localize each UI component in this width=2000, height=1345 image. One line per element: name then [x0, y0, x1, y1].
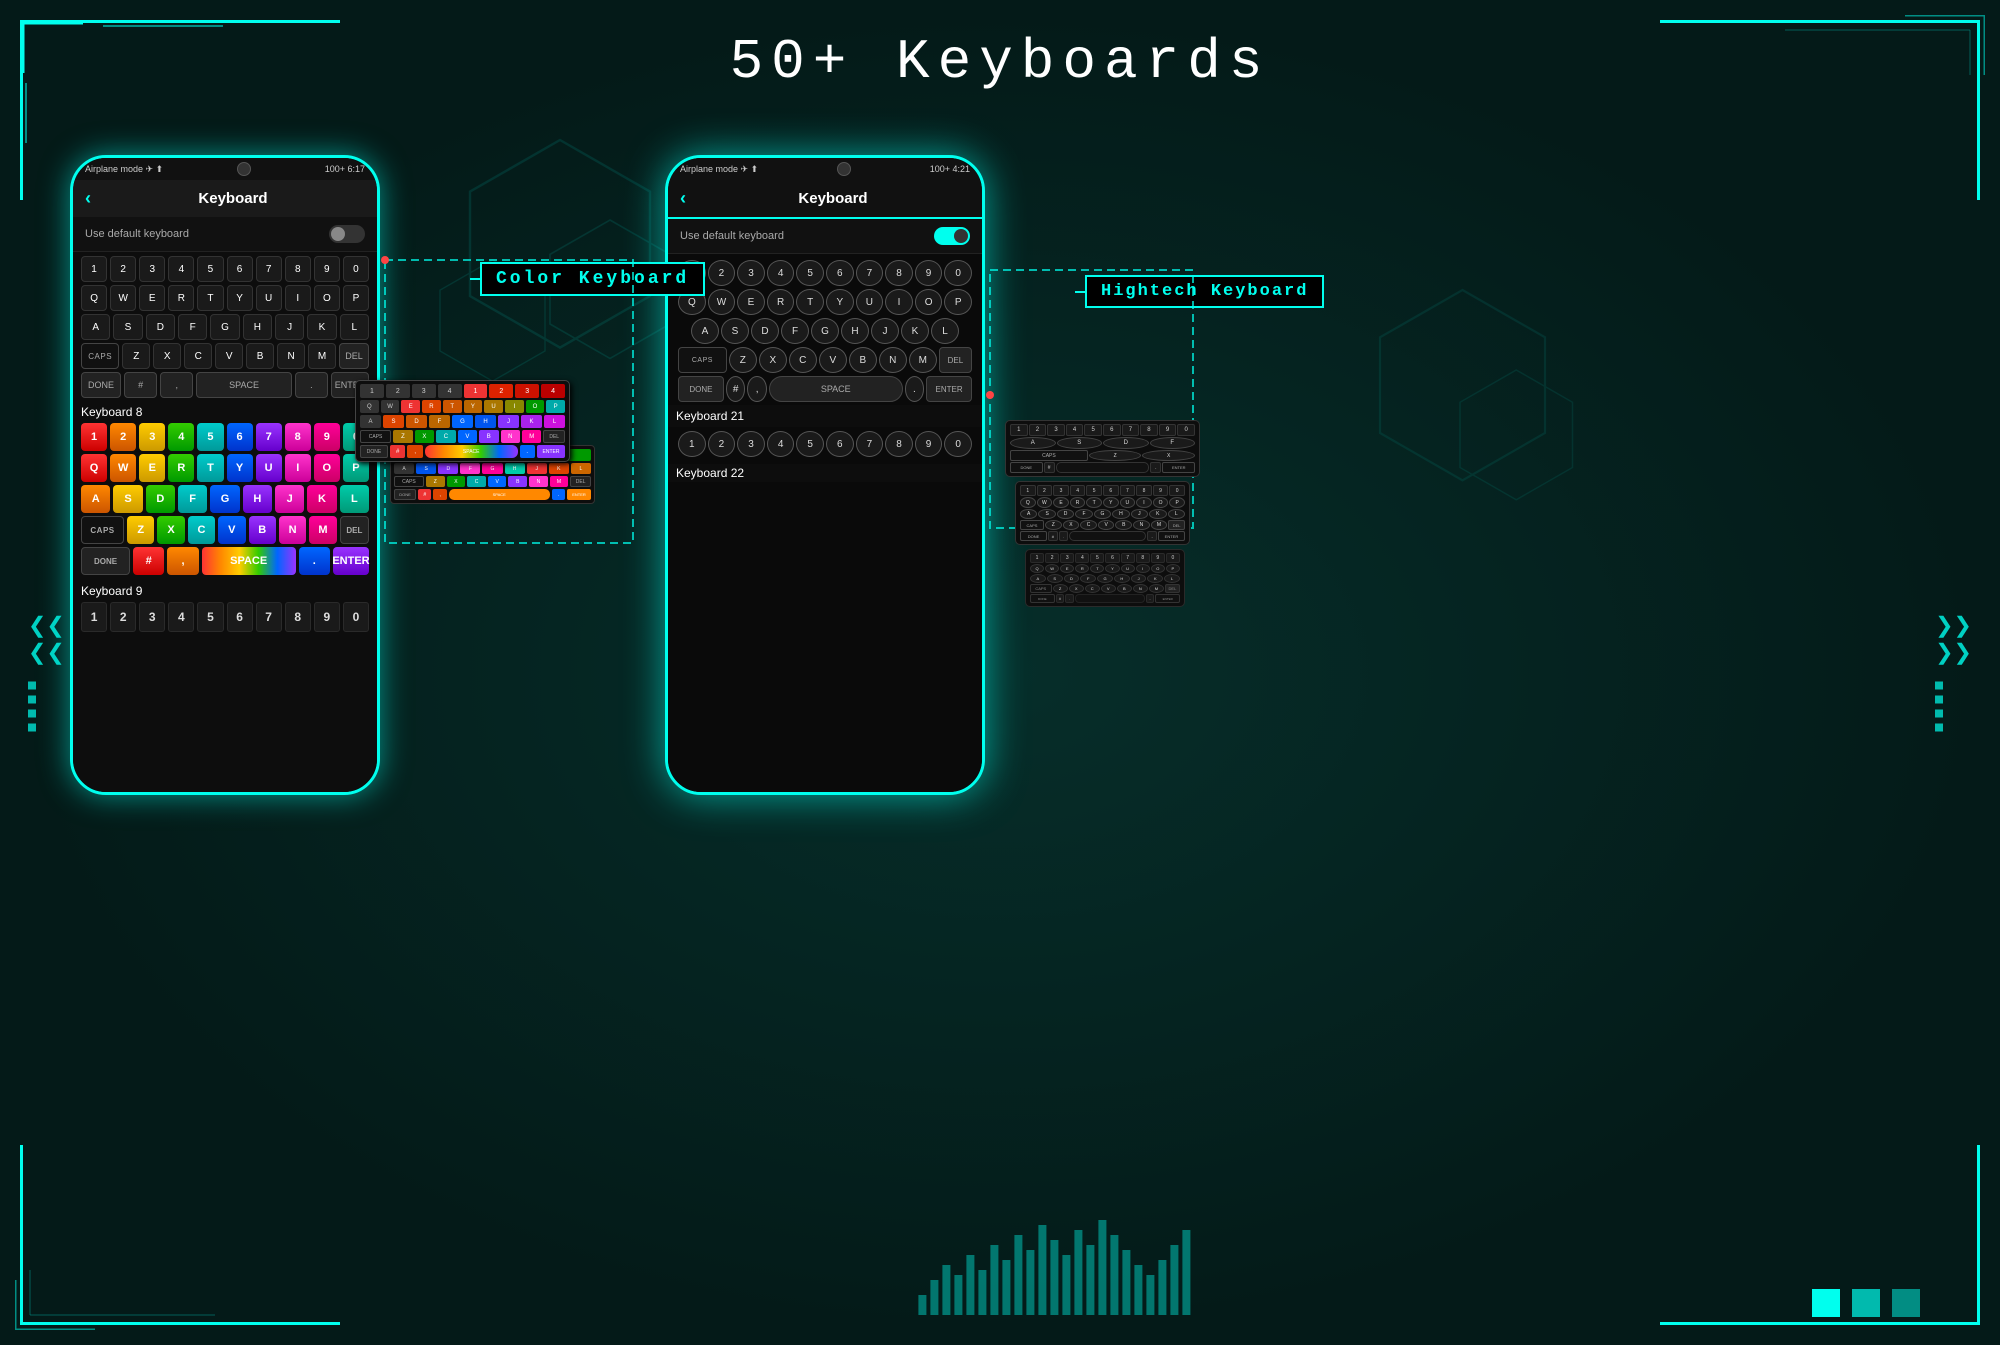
- phone1-screen-content: 1 2 3 4 5 6 7 8 9 0 Q W E R T Y: [73, 252, 377, 795]
- key-3[interactable]: 3: [139, 256, 165, 282]
- phone2-back-arrow[interactable]: ‹: [680, 188, 686, 209]
- right-dots: [1935, 681, 1972, 731]
- ht-kbd-mini-3: 1 2 3 4 5 6 7 8 9 0 Q W E R T Y U I O P …: [1025, 549, 1185, 607]
- phone2-kb22-label: Keyboard 22: [668, 464, 982, 482]
- left-dots: [28, 681, 65, 731]
- kb21-zxcv-row: CAPS Z X C V B N M DEL: [674, 347, 976, 373]
- page-dot-1[interactable]: [1812, 1289, 1840, 1317]
- phone1-header: ‹ Keyboard: [73, 180, 377, 217]
- kb8-zxcv-row: CAPS Z X C V B N M DEL: [77, 516, 373, 544]
- phone1-qwerty-row: Q W E R T Y U I O P: [77, 285, 373, 311]
- phone1-toggle-knob: [331, 227, 345, 241]
- kb9-number-row: 1 2 3 4 5 6 7 8 9 0: [77, 602, 373, 632]
- phone1-zxcv-row: CAPS Z X C V B N M DEL: [77, 343, 373, 369]
- key-5[interactable]: 5: [197, 256, 223, 282]
- phone1-toggle-row: Use default keyboard: [73, 217, 377, 252]
- kb21-del-key[interactable]: DEL: [939, 347, 972, 373]
- phone2-toggle-label: Use default keyboard: [680, 230, 784, 242]
- chevron-left-icon-2: ❮❮: [28, 641, 65, 663]
- phone2-frame: Airplane mode ✈ ⬆ 100+ 4:21 ‹ Keyboard U…: [665, 155, 985, 795]
- phone2-toggle-switch[interactable]: [934, 227, 970, 245]
- hightech-keyboard-label: Hightech Keyboard: [1085, 275, 1324, 308]
- phone1-asdf-row: A S D F G H J K L: [77, 314, 373, 340]
- key-7[interactable]: 7: [256, 256, 282, 282]
- phone1-number-row: 1 2 3 4 5 6 7 8 9 0: [77, 256, 373, 282]
- color-kbd-small-1: 1 2 3 4 1 2 3 4 Q W E R T Y U I O P A S …: [355, 380, 570, 462]
- page-dot-2[interactable]: [1852, 1289, 1880, 1317]
- chevron-right-icon: ❯❯: [1935, 614, 1972, 636]
- phone1-del-key[interactable]: DEL: [339, 343, 369, 369]
- kb8-bottom-row: DONE # , SPACE . ENTER: [77, 547, 373, 575]
- key-9[interactable]: 9: [314, 256, 340, 282]
- left-side-decoration: ❮❮ ❮❮: [28, 614, 65, 731]
- key-1[interactable]: 1: [81, 256, 107, 282]
- phone2-status-bar: Airplane mode ✈ ⬆ 100+ 4:21: [668, 158, 982, 180]
- phone1-status-bar: Airplane mode ✈ ⬆ 100+ 6:17: [73, 158, 377, 180]
- bar-chart-decoration: [918, 1220, 1190, 1315]
- phone1-kb9-label: Keyboard 9: [73, 580, 377, 600]
- phone2-header: ‹ Keyboard: [668, 180, 982, 219]
- key-0[interactable]: 0: [343, 256, 369, 282]
- phone2-camera: [837, 162, 851, 176]
- kb8-del-key[interactable]: DEL: [340, 516, 369, 544]
- kb21-bottom-row: DONE # , SPACE . ENTER: [674, 376, 976, 402]
- key-4[interactable]: 4: [168, 256, 194, 282]
- kb8-caps-key[interactable]: CAPS: [81, 516, 124, 544]
- phone1-caps-key[interactable]: CAPS: [81, 343, 119, 369]
- phone2-toggle-row: Use default keyboard: [668, 219, 982, 254]
- kb21-number-row: 1 2 3 4 5 6 7 8 9 0: [674, 260, 976, 286]
- hex-deco-2: [1340, 280, 1620, 560]
- phone2-toggle-knob: [954, 229, 968, 243]
- bottom-left-frame-deco: [15, 1130, 355, 1330]
- phone1-container: Airplane mode ✈ ⬆ 100+ 6:17 ‹ Keyboard U…: [70, 155, 380, 795]
- phone1-camera: [237, 162, 251, 176]
- phone1-frame: Airplane mode ✈ ⬆ 100+ 6:17 ‹ Keyboard U…: [70, 155, 380, 795]
- color-kbd-small-stack: 1 2 3 4 1 2 3 4 Q W E R T Y U I O P A S …: [355, 380, 570, 462]
- phone1-status-left: Airplane mode ✈ ⬆: [85, 164, 163, 175]
- ht-kbd-mini-2: 1 2 3 4 5 6 7 8 9 0 Q W E R T Y U I O P …: [1015, 481, 1190, 545]
- kb22-number-row: 1 2 3 4 5 6 7 8 9 0: [674, 431, 976, 457]
- phone2-container: Airplane mode ✈ ⬆ 100+ 4:21 ‹ Keyboard U…: [665, 155, 985, 795]
- phone1-header-title: Keyboard: [101, 190, 365, 207]
- top-right-frame-deco: [1645, 15, 1985, 215]
- page-dot-3[interactable]: [1892, 1289, 1920, 1317]
- phone1-toggle-switch[interactable]: [329, 225, 365, 243]
- phone1-kb8-label: Keyboard 8: [73, 401, 377, 421]
- hightech-kbd-stack: 1 2 3 4 5 6 7 8 9 0 A S D F CAPS Z X DON…: [1005, 420, 1200, 607]
- key-2[interactable]: 2: [110, 256, 136, 282]
- color-keyboard-label: Color Keyboard: [480, 262, 705, 296]
- page-title: 50+ Keyboards: [730, 30, 1271, 94]
- kb8-asdf-row: A S D F G H J K L: [77, 485, 373, 513]
- phone1-bottom-row: DONE # , SPACE . ENTER: [77, 372, 373, 398]
- phone1-back-arrow[interactable]: ‹: [85, 188, 91, 209]
- kb8-qwerty-row: Q W E R T Y U I O P: [77, 454, 373, 482]
- pagination-dots: [1812, 1289, 1920, 1317]
- key-6[interactable]: 6: [227, 256, 253, 282]
- kb8-number-row: 1 2 3 4 5 6 7 8 9 0: [77, 423, 373, 451]
- chevron-left-icon: ❮❮: [28, 614, 65, 636]
- kb21-qwerty-row: Q W E R T Y U I O P: [674, 289, 976, 315]
- phone2-header-title: Keyboard: [696, 190, 970, 207]
- chevron-right-icon-2: ❯❯: [1935, 641, 1972, 663]
- phone1-toggle-label: Use default keyboard: [85, 228, 189, 240]
- phone2-status-right: 100+ 4:21: [930, 164, 970, 174]
- kb21-asdf-row: A S D F G H J K L: [674, 318, 976, 344]
- phone2-screen-content: 1 2 3 4 5 6 7 8 9 0 Q W E R T Y: [668, 254, 982, 795]
- key-8[interactable]: 8: [285, 256, 311, 282]
- kb21-caps-key[interactable]: CAPS: [678, 347, 727, 373]
- right-side-decoration: ❯❯ ❯❯: [1935, 614, 1972, 731]
- phone1-status-right: 100+ 6:17: [325, 164, 365, 174]
- phone2-kb21-label: Keyboard 21: [668, 405, 982, 427]
- phone2-status-left: Airplane mode ✈ ⬆: [680, 164, 758, 175]
- ht-kbd-mini-1: 1 2 3 4 5 6 7 8 9 0 A S D F CAPS Z X DON…: [1005, 420, 1200, 477]
